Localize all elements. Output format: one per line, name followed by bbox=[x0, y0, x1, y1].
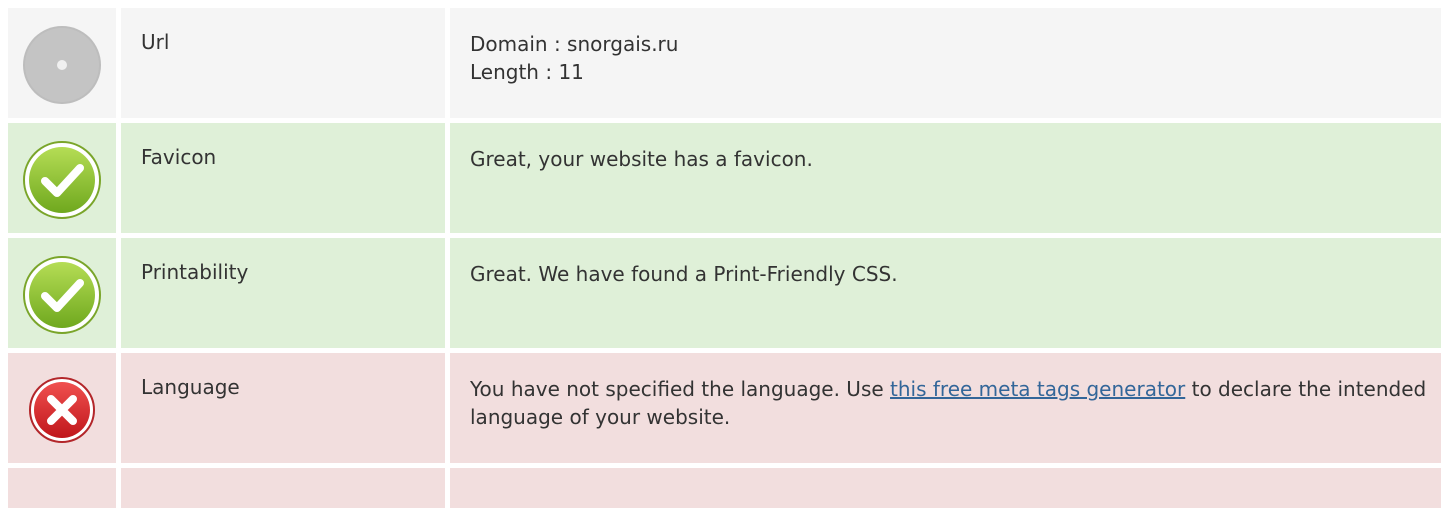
neutral-dot-icon bbox=[22, 25, 102, 105]
meta-tags-generator-link[interactable]: this free meta tags generator bbox=[890, 377, 1185, 401]
status-cell bbox=[8, 123, 116, 233]
status-cell bbox=[8, 8, 116, 118]
report-row-favicon: Favicon Great, your website has a favico… bbox=[8, 123, 1441, 233]
domain-text: Domain : snorgais.ru bbox=[470, 32, 679, 56]
report-row-printability: Printability Great. We have found a Prin… bbox=[8, 238, 1441, 348]
report-row-url: Url Domain : snorgais.ru Length : 11 bbox=[8, 8, 1441, 118]
row-description bbox=[450, 468, 1441, 508]
checkmark-icon bbox=[22, 255, 102, 335]
status-cell bbox=[8, 238, 116, 348]
language-text-before: You have not specified the language. Use bbox=[470, 377, 891, 401]
report-row-partial bbox=[8, 468, 1441, 508]
row-label bbox=[121, 468, 445, 508]
cross-icon bbox=[22, 370, 102, 450]
row-label: Url bbox=[121, 8, 445, 118]
row-description: Great. We have found a Print-Friendly CS… bbox=[450, 238, 1441, 348]
row-label: Favicon bbox=[121, 123, 445, 233]
row-description: Domain : snorgais.ru Length : 11 bbox=[450, 8, 1441, 118]
seo-report-table: Url Domain : snorgais.ru Length : 11 Fav… bbox=[8, 8, 1441, 508]
row-description: You have not specified the language. Use… bbox=[450, 353, 1441, 463]
row-label: Language bbox=[121, 353, 445, 463]
status-cell bbox=[8, 468, 116, 508]
report-row-language: Language You have not specified the lang… bbox=[8, 353, 1441, 463]
length-text: Length : 11 bbox=[470, 60, 584, 84]
checkmark-icon bbox=[22, 140, 102, 220]
row-description: Great, your website has a favicon. bbox=[450, 123, 1441, 233]
status-cell bbox=[8, 353, 116, 463]
row-label: Printability bbox=[121, 238, 445, 348]
